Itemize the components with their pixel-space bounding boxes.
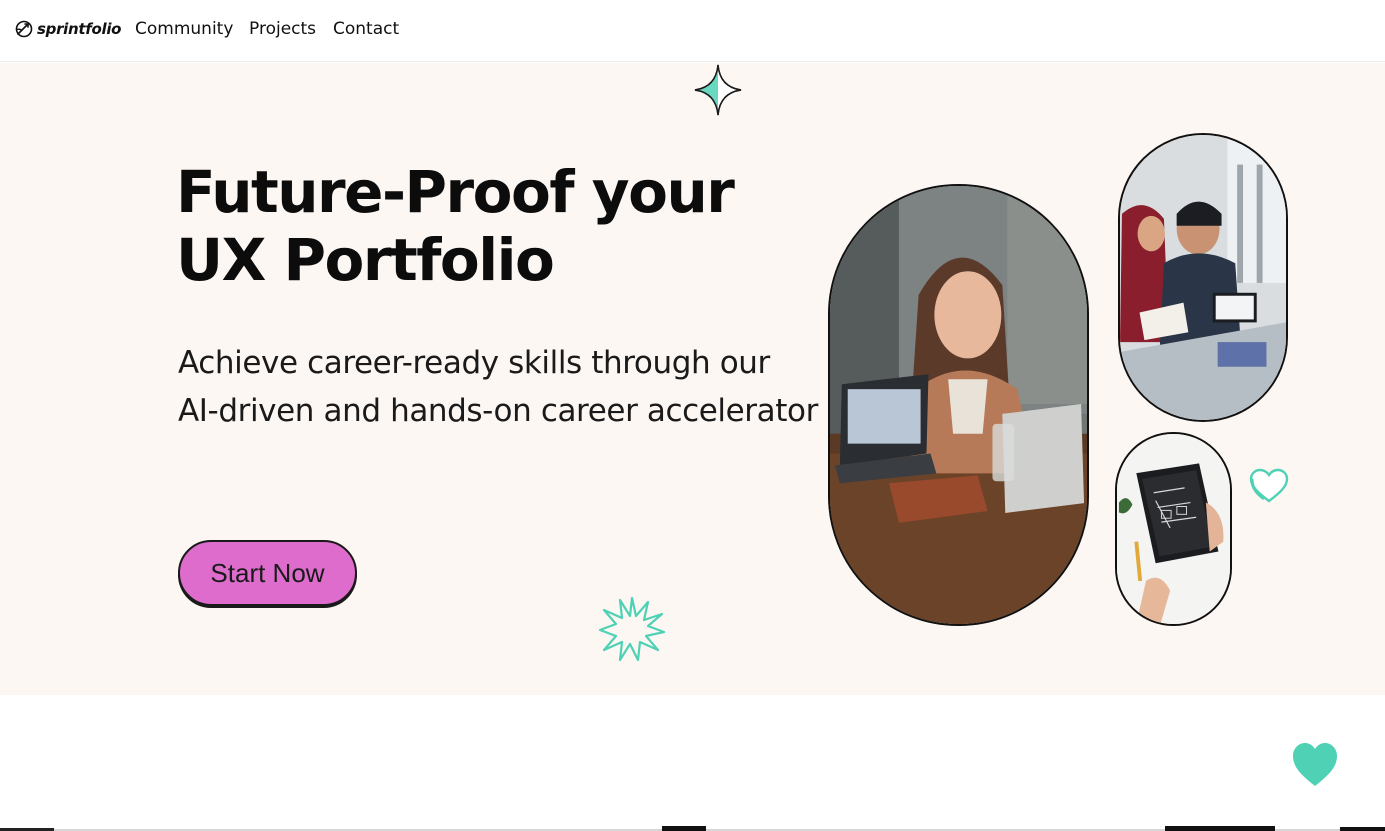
hero-headline-line-2: UX Portfolio: [176, 226, 555, 294]
nav-link-projects[interactable]: Projects: [249, 19, 316, 39]
nav-link-contact[interactable]: Contact: [333, 19, 399, 39]
heart-outline-icon: [1249, 468, 1289, 503]
starburst-icon: [598, 596, 666, 662]
hero-headline-line-1: Future-Proof your: [176, 158, 735, 226]
hero-subtext: Achieve career-ready skills through our …: [178, 345, 818, 429]
next-section-edge: [0, 826, 1385, 831]
hero-photo-tablet-sketch: [1115, 432, 1232, 626]
hero-photo-woman-laptop: [828, 184, 1089, 626]
lower-section: [0, 695, 1385, 831]
brand-logo[interactable]: sprintfolio: [14, 19, 121, 39]
top-navbar: sprintfolio Community Projects Contact: [0, 0, 1385, 62]
heart-icon[interactable]: [1291, 742, 1339, 788]
hero-photo-team-meeting: [1118, 133, 1288, 422]
hero-headline: Future-Proof your UX Portfolio: [176, 158, 816, 294]
rocket-logo-icon: [15, 20, 33, 38]
hero-section: Future-Proof your UX Portfolio Achieve c…: [0, 63, 1385, 695]
nav-link-community[interactable]: Community: [135, 19, 233, 39]
four-point-sparkle-icon: [694, 64, 742, 116]
brand-name: sprintfolio: [37, 20, 122, 38]
start-now-button[interactable]: Start Now: [178, 540, 357, 606]
